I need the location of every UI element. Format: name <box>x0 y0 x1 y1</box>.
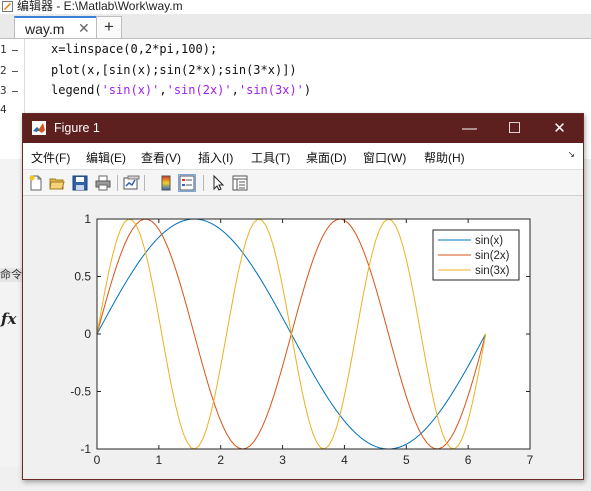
close-tab-icon[interactable]: ✕ <box>78 20 90 37</box>
matlab-logo-icon <box>32 121 46 135</box>
menu-desktop[interactable]: 桌面(D) <box>306 149 347 166</box>
code-text: x=linspace(0,2*pi,100); <box>51 42 218 56</box>
x-tick-label: 0 <box>94 453 101 467</box>
new-figure-icon[interactable] <box>27 174 45 192</box>
menu-tools[interactable]: 工具(T) <box>251 149 290 166</box>
x-tick-label: 5 <box>403 453 410 467</box>
x-tick-label: 2 <box>217 453 224 467</box>
print-icon[interactable] <box>94 174 112 192</box>
command-window-label[interactable]: 命令 <box>0 268 22 282</box>
legend-label: sin(3x) <box>475 265 510 277</box>
figure-window: Figure 1 — ☐ ✕ 文件(F) 编辑(E) 查看(V) 插入(I) 工… <box>22 113 584 480</box>
toolbar-separator <box>203 175 204 191</box>
menu-edit[interactable]: 编辑(E) <box>86 149 126 166</box>
x-tick-label: 3 <box>279 453 286 467</box>
menu-help[interactable]: 帮助(H) <box>424 149 465 166</box>
x-tick-label: 7 <box>527 453 534 467</box>
menu-view[interactable]: 查看(V) <box>141 149 181 166</box>
menu-overflow-icon[interactable]: ↘ <box>567 149 575 160</box>
toolbar-separator <box>117 175 118 191</box>
editor-app-icon <box>2 1 13 12</box>
code-line[interactable]: x=linspace(0,2*pi,100); <box>51 42 217 56</box>
open-file-icon[interactable] <box>48 174 66 192</box>
legend-label: sin(2x) <box>475 250 510 262</box>
save-icon[interactable] <box>71 174 89 192</box>
figure-title: Figure 1 <box>54 121 100 135</box>
figure-menubar: 文件(F) 编辑(E) 查看(V) 插入(I) 工具(T) 桌面(D) 窗口(W… <box>23 143 583 169</box>
editor-tabbar: way.m ✕ + <box>0 14 591 39</box>
legend-icon[interactable] <box>178 174 196 192</box>
toolbar-separator <box>144 175 145 191</box>
code-text: , <box>231 83 239 97</box>
figure-toolbar <box>23 169 583 196</box>
x-tick-label: 4 <box>341 453 348 467</box>
minimize-button[interactable]: — <box>447 114 492 143</box>
y-tick-label: 0 <box>84 327 91 341</box>
breakpoint-marker[interactable] <box>12 71 18 72</box>
colorbar-icon[interactable] <box>157 174 175 192</box>
x-tick-label: 1 <box>156 453 163 467</box>
property-editor-icon[interactable] <box>231 174 249 192</box>
pointer-icon[interactable] <box>209 174 227 192</box>
y-tick-label: 0.5 <box>74 270 91 284</box>
string-literal: 'sin(2x)' <box>166 83 232 97</box>
string-literal: 'sin(3x)' <box>238 83 304 97</box>
string-literal: 'sin(x)' <box>101 83 160 97</box>
line-chart[interactable]: 0 1 2 3 4 5 6 7 -1 -0.5 0 0.5 1 sin(x) sin(2x) sin(3x) <box>23 196 583 479</box>
line-number-gutter: 1 2 3 4 <box>0 39 22 159</box>
link-plot-icon[interactable] <box>122 174 140 192</box>
code-text: , <box>159 83 167 97</box>
maximize-button[interactable]: ☐ <box>492 114 537 143</box>
code-text: legend( <box>51 83 102 97</box>
y-tick-label: 1 <box>84 212 91 226</box>
line-number: 2 <box>0 64 7 77</box>
breakpoint-marker[interactable] <box>12 50 18 51</box>
x-tick-label: 6 <box>465 453 472 467</box>
code-text: plot(x,[sin(x);sin(2*x);sin(3*x)]) <box>51 63 297 77</box>
legend-label: sin(x) <box>475 235 503 247</box>
tab-label: way.m <box>25 21 65 37</box>
fx-icon[interactable]: fx <box>1 310 16 328</box>
y-tick-label: -1 <box>80 442 91 456</box>
code-text: ) <box>303 83 312 97</box>
code-line[interactable]: legend('sin(x)','sin(2x)','sin(3x)') <box>51 83 311 97</box>
line-number: 4 <box>0 103 7 116</box>
code-line[interactable]: plot(x,[sin(x);sin(2*x);sin(3*x)]) <box>51 63 297 77</box>
breakpoint-marker[interactable] <box>12 91 18 92</box>
new-tab-button[interactable]: + <box>96 16 122 38</box>
editor-title: 编辑器 - E:\Matlab\Work\way.m <box>17 0 183 13</box>
line-number: 3 <box>0 84 7 97</box>
close-button[interactable]: ✕ <box>537 114 582 143</box>
plot-area[interactable]: 0 1 2 3 4 5 6 7 -1 -0.5 0 0.5 1 sin(x) sin(2x) sin(3x) <box>23 196 583 479</box>
menu-file[interactable]: 文件(F) <box>31 149 70 166</box>
menu-insert[interactable]: 插入(I) <box>198 149 233 166</box>
status-strip <box>0 466 22 491</box>
y-tick-label: -0.5 <box>70 385 91 399</box>
line-number: 1 <box>0 43 7 56</box>
menu-window[interactable]: 窗口(W) <box>363 149 406 166</box>
editor-titlebar: 编辑器 - E:\Matlab\Work\way.m <box>0 0 591 14</box>
figure-titlebar[interactable]: Figure 1 — ☐ ✕ <box>23 114 583 143</box>
